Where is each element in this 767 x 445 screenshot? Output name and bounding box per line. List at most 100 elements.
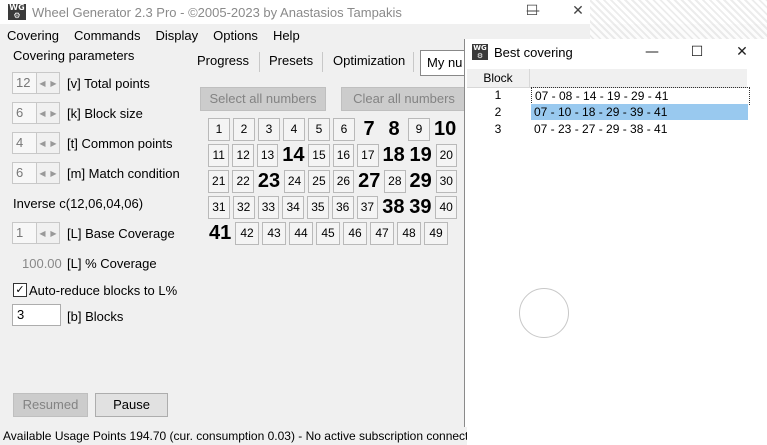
resumed-button[interactable]: Resumed: [13, 393, 88, 417]
table-row[interactable]: 3 07 - 23 - 27 - 29 - 38 - 41: [467, 121, 747, 137]
spinner-arrows-icon[interactable]: ◀ ▶: [37, 72, 60, 94]
number-cell[interactable]: 45: [316, 222, 340, 245]
menu-display[interactable]: Display: [149, 26, 207, 46]
menu-covering[interactable]: Covering: [0, 26, 67, 46]
auto-reduce-checkbox[interactable]: ✓: [13, 283, 27, 297]
number-cell[interactable]: 13: [256, 144, 279, 167]
row-value[interactable]: 07 - 08 - 14 - 19 - 29 - 41: [531, 87, 750, 105]
pause-button[interactable]: Pause: [95, 393, 168, 417]
menu-options[interactable]: Options: [206, 26, 266, 46]
common-points-value[interactable]: 4: [12, 132, 37, 154]
obscured-area: [590, 0, 767, 44]
number-grid: 1 2 3 4 5 6 7 8 9 10 11 12 13 14 15 16 17 18 19 20 21 22 23 24 2…: [208, 118, 460, 248]
number-cell[interactable]: 6: [333, 118, 355, 141]
base-coverage-value[interactable]: 1: [12, 222, 37, 244]
number-cell[interactable]: 21: [208, 170, 230, 193]
number-cell[interactable]: 42: [235, 222, 259, 245]
number-cell[interactable]: 27: [357, 170, 381, 193]
number-cell[interactable]: 1: [208, 118, 230, 141]
inverse-label: Inverse c(12,06,04,06): [13, 196, 144, 211]
tab-progress[interactable]: Progress: [189, 48, 257, 74]
number-cell[interactable]: 5: [308, 118, 330, 141]
number-cell[interactable]: 3: [258, 118, 280, 141]
base-coverage-spinner[interactable]: 1 ◀ ▶: [12, 222, 60, 244]
spinner-arrows-icon[interactable]: ◀ ▶: [37, 102, 60, 124]
number-cell[interactable]: 48: [397, 222, 421, 245]
table-header: Block: [467, 69, 747, 88]
row-value[interactable]: 07 - 23 - 27 - 29 - 38 - 41: [531, 121, 748, 137]
number-cell[interactable]: 38: [381, 196, 405, 219]
maximize-button[interactable]: ☐: [510, 0, 554, 24]
number-cell[interactable]: 7: [358, 118, 380, 141]
number-cell[interactable]: 36: [331, 196, 354, 219]
tab-optimization[interactable]: Optimization: [325, 48, 413, 74]
tab-presets[interactable]: Presets: [261, 48, 321, 74]
number-cell[interactable]: 41: [208, 222, 232, 245]
blocks-field[interactable]: 3: [12, 304, 61, 326]
menu-commands[interactable]: Commands: [67, 26, 148, 46]
number-cell[interactable]: 11: [208, 144, 230, 167]
number-cell[interactable]: 23: [257, 170, 281, 193]
match-condition-value[interactable]: 6: [12, 162, 37, 184]
select-all-numbers-button[interactable]: Select all numbers: [200, 87, 326, 111]
number-cell[interactable]: 12: [232, 144, 254, 167]
number-cell[interactable]: 16: [332, 144, 355, 167]
minimize-button[interactable]: —: [632, 41, 672, 63]
number-cell[interactable]: 30: [435, 170, 457, 193]
number-cell[interactable]: 31: [208, 196, 230, 219]
number-cell[interactable]: 28: [384, 170, 406, 193]
number-cell[interactable]: 39: [408, 196, 432, 219]
number-row: 31 32 33 34 35 36 37 38 39 40: [208, 196, 460, 219]
covering-parameters-label: Covering parameters: [13, 48, 135, 63]
block-size-label: [k] Block size: [67, 106, 143, 121]
auto-reduce-label[interactable]: Auto-reduce blocks to L%: [29, 283, 177, 298]
spinner-arrows-icon[interactable]: ◀ ▶: [37, 132, 60, 154]
match-condition-label: [m] Match condition: [67, 166, 180, 181]
block-size-spinner[interactable]: 6 ◀ ▶: [12, 102, 60, 124]
table-row[interactable]: 2 07 - 10 - 18 - 29 - 39 - 41: [467, 104, 748, 120]
number-cell[interactable]: 46: [343, 222, 367, 245]
number-cell[interactable]: 19: [409, 144, 433, 167]
number-cell[interactable]: 29: [409, 170, 433, 193]
number-cell[interactable]: 34: [282, 196, 304, 219]
row-value[interactable]: 07 - 10 - 18 - 29 - 39 - 41: [531, 104, 748, 120]
total-points-spinner[interactable]: 12 ◀ ▶: [12, 72, 60, 94]
number-cell[interactable]: 20: [435, 144, 457, 167]
number-cell[interactable]: 18: [382, 144, 406, 167]
column-header-block[interactable]: Block: [467, 69, 530, 87]
number-cell[interactable]: 15: [308, 144, 330, 167]
number-cell[interactable]: 10: [433, 118, 457, 141]
close-button[interactable]: ✕: [722, 41, 762, 63]
total-points-value[interactable]: 12: [12, 72, 37, 94]
number-cell[interactable]: 8: [383, 118, 405, 141]
spinner-arrows-icon[interactable]: ◀ ▶: [37, 222, 60, 244]
number-cell[interactable]: 4: [283, 118, 305, 141]
number-cell[interactable]: 17: [357, 144, 379, 167]
maximize-button[interactable]: ☐: [677, 41, 717, 63]
number-cell[interactable]: 14: [281, 144, 305, 167]
number-cell[interactable]: 22: [232, 170, 254, 193]
block-size-value[interactable]: 6: [12, 102, 37, 124]
number-cell[interactable]: 2: [233, 118, 255, 141]
number-cell[interactable]: 35: [307, 196, 329, 219]
number-cell[interactable]: 9: [408, 118, 430, 141]
number-cell[interactable]: 37: [356, 196, 379, 219]
table-row[interactable]: 1 07 - 08 - 14 - 19 - 29 - 41: [467, 87, 750, 105]
number-cell[interactable]: 40: [435, 196, 457, 219]
number-cell[interactable]: 32: [232, 196, 255, 219]
clear-all-numbers-button[interactable]: Clear all numbers: [341, 87, 467, 111]
number-cell[interactable]: 43: [262, 222, 286, 245]
number-row: 21 22 23 24 25 26 27 28 29 30: [208, 170, 460, 193]
number-cell[interactable]: 33: [257, 196, 280, 219]
number-cell[interactable]: 26: [332, 170, 355, 193]
spinner-arrows-icon[interactable]: ◀ ▶: [37, 162, 60, 184]
number-cell[interactable]: 24: [283, 170, 306, 193]
number-cell[interactable]: 47: [370, 222, 394, 245]
match-condition-spinner[interactable]: 6 ◀ ▶: [12, 162, 60, 184]
number-cell[interactable]: 49: [424, 222, 448, 245]
blocks-label: [b] Blocks: [67, 309, 124, 324]
number-cell[interactable]: 44: [289, 222, 313, 245]
number-cell[interactable]: 25: [308, 170, 330, 193]
common-points-spinner[interactable]: 4 ◀ ▶: [12, 132, 60, 154]
menu-help[interactable]: Help: [266, 26, 308, 46]
